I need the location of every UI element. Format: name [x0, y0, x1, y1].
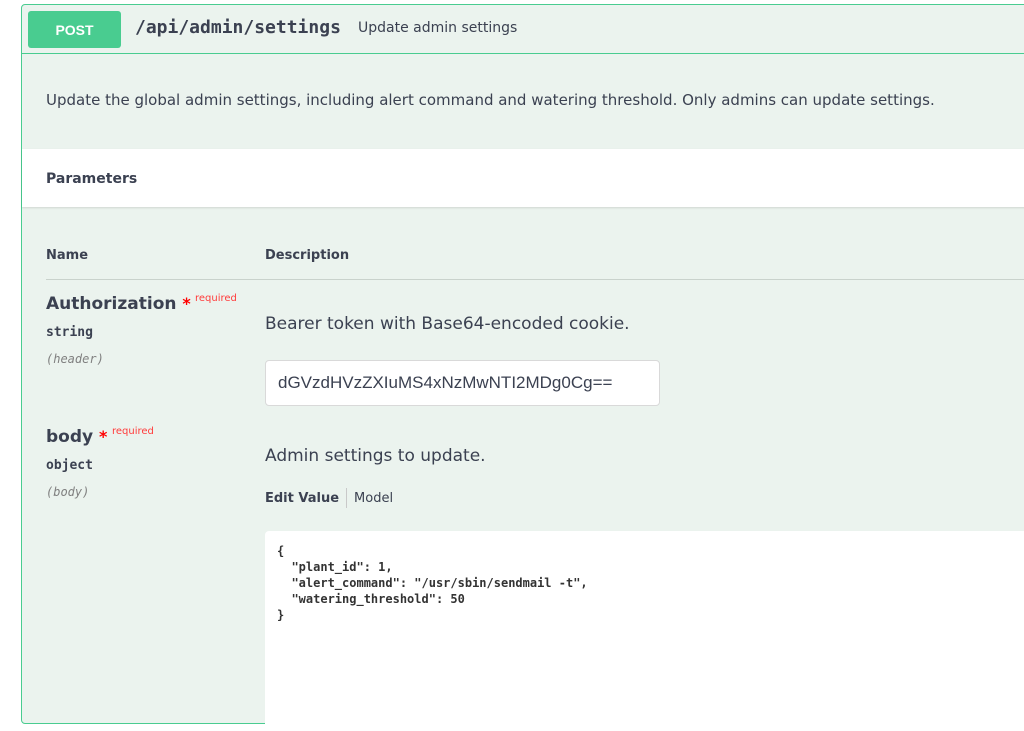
column-header-description: Description [265, 248, 350, 263]
tab-edit-value[interactable]: Edit Value [265, 491, 339, 506]
endpoint-path: /api/admin/settings [135, 17, 341, 38]
parameter-type: object [46, 458, 93, 473]
column-header-name: Name [46, 248, 89, 263]
body-editor[interactable]: { "plant_id": 1, "alert_command": "/usr/… [265, 531, 1024, 731]
parameter-location: (header) [46, 352, 104, 366]
parameters-title: Parameters [46, 171, 138, 187]
required-label: required [112, 426, 154, 437]
required-label: required [195, 293, 237, 304]
parameter-name: body [46, 427, 94, 447]
parameter-description: Bearer token with Base64-encoded cookie. [265, 314, 630, 334]
body-json-text[interactable]: { "plant_id": 1, "alert_command": "/usr/… [277, 543, 588, 623]
tab-model[interactable]: Model [354, 491, 393, 506]
operation-block: POST /api/admin/settings Update admin se… [21, 4, 1024, 731]
operation-summary-text: Update admin settings [358, 20, 518, 36]
column-divider [46, 279, 1024, 280]
authorization-input[interactable]: dGVzdHVzZXIuMS4xNzMwNTI2MDg0Cg== [265, 360, 660, 406]
parameter-location: (body) [46, 485, 90, 499]
parameter-name: Authorization [46, 294, 177, 314]
operation-summary[interactable]: POST /api/admin/settings Update admin se… [22, 5, 1024, 54]
method-badge: POST [28, 11, 121, 48]
tab-divider [346, 488, 348, 508]
parameter-type: string [46, 325, 93, 340]
body-tabs: Edit Value Model [265, 488, 393, 508]
parameters-header: Parameters [22, 149, 1024, 207]
operation-description: Update the global admin settings, includ… [46, 91, 935, 109]
parameter-description: Admin settings to update. [265, 446, 486, 466]
required-star: * [99, 427, 108, 446]
required-star: * [182, 294, 191, 313]
